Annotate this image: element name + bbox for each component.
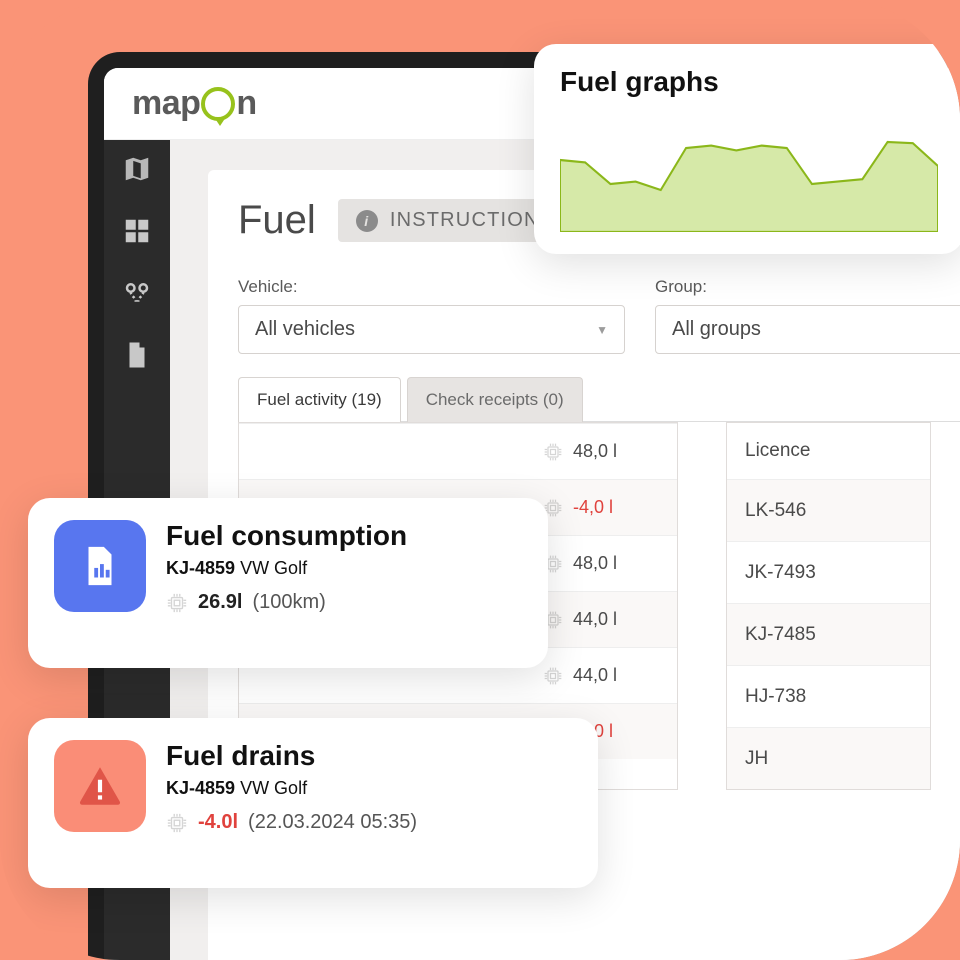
logo-text-after: n: [236, 84, 256, 123]
instructions-label: INSTRUCTIONS: [390, 209, 554, 232]
dashboard-icon[interactable]: [122, 216, 152, 246]
mapon-logo: map n: [132, 84, 257, 123]
info-icon: i: [356, 210, 378, 232]
waypoints-icon[interactable]: [122, 278, 152, 308]
row-fuel: 44,0 l: [543, 665, 663, 686]
consumption-vehicle: KJ-4859 VW Golf: [166, 558, 407, 579]
tab-fuel-activity[interactable]: Fuel activity (19): [238, 377, 401, 422]
table-row[interactable]: 48,0 l: [239, 423, 677, 479]
row-fuel: 48,0 l: [543, 441, 663, 462]
group-select-value: All groups: [672, 318, 761, 341]
chevron-down-icon: ▼: [596, 323, 608, 337]
logo-o-icon: [201, 87, 235, 121]
page-title: Fuel: [238, 198, 316, 243]
licence-row[interactable]: HJ-738: [727, 665, 930, 727]
drains-when: (22.03.2024 05:35): [248, 811, 417, 834]
fuel-graphs-card: Fuel graphs: [534, 44, 960, 254]
licence-row[interactable]: JH: [727, 727, 930, 789]
alert-icon: [54, 740, 146, 832]
document-icon[interactable]: [122, 340, 152, 370]
map-icon[interactable]: [122, 154, 152, 184]
consumption-value: 26.9l: [198, 591, 242, 614]
fuel-graph-chart: [560, 112, 938, 232]
report-icon: [54, 520, 146, 612]
licence-row[interactable]: JK-7493: [727, 541, 930, 603]
consumption-title: Fuel consumption: [166, 520, 407, 552]
drains-value: -4.0l: [198, 811, 238, 834]
fuel-graphs-title: Fuel graphs: [560, 66, 938, 98]
fuel-drains-card: Fuel drains KJ-4859 VW Golf -4.0l (22.03…: [28, 718, 598, 888]
licence-row[interactable]: LK-546: [727, 479, 930, 541]
drains-vehicle: KJ-4859 VW Golf: [166, 778, 417, 799]
row-fuel: 48,0 l: [543, 553, 663, 574]
group-filter-label: Group:: [655, 277, 960, 297]
row-fuel: -4,0 l: [543, 497, 663, 518]
logo-text-before: map: [132, 84, 200, 123]
row-fuel: 44,0 l: [543, 609, 663, 630]
licence-row[interactable]: KJ-7485: [727, 603, 930, 665]
chip-icon: [166, 592, 188, 614]
tab-check-receipts[interactable]: Check receipts (0): [407, 377, 583, 422]
licence-header: Licence: [727, 423, 930, 479]
drains-title: Fuel drains: [166, 740, 417, 772]
licence-table: Licence LK-546JK-7493KJ-7485HJ-738JH: [726, 422, 931, 790]
vehicle-select-value: All vehicles: [255, 318, 355, 341]
vehicle-select[interactable]: All vehicles ▼: [238, 305, 625, 354]
chip-icon: [166, 812, 188, 834]
vehicle-filter-label: Vehicle:: [238, 277, 625, 297]
group-select[interactable]: All groups: [655, 305, 960, 354]
fuel-consumption-card: Fuel consumption KJ-4859 VW Golf 26.9l (…: [28, 498, 548, 668]
consumption-per: (100km): [252, 591, 325, 614]
